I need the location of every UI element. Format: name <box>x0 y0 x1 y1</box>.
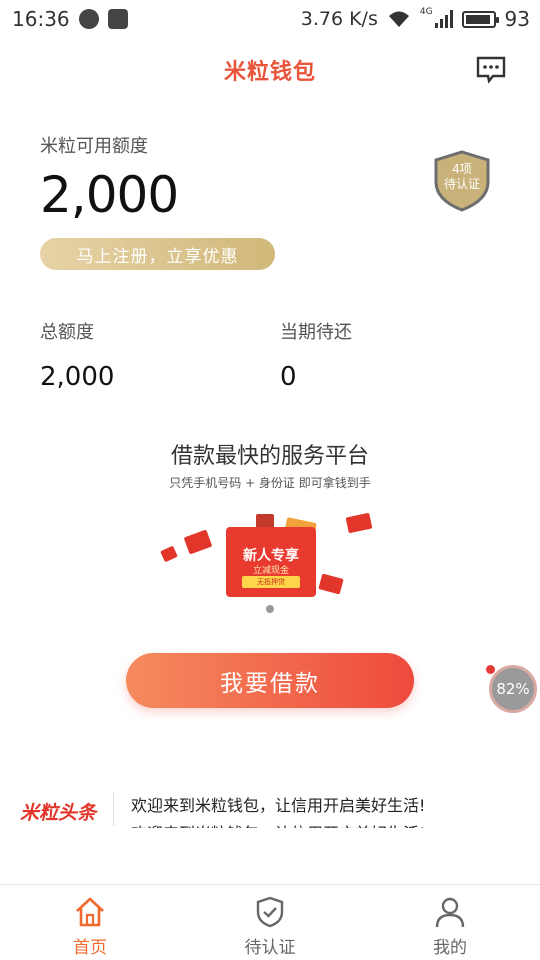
promo-subtitle: 立减现金 <box>252 566 289 576</box>
register-button[interactable]: 马上注册，立享优惠 <box>40 238 275 270</box>
user-icon <box>435 897 465 928</box>
red-envelope-icon <box>318 573 344 595</box>
bottom-navigation: 首页 待认证 我的 <box>0 884 540 960</box>
news-item[interactable]: 欢迎来到米粒钱包，让信用开启美好生活! <box>131 820 425 828</box>
network-type: 4G <box>419 7 433 17</box>
carousel-indicator[interactable] <box>266 605 274 613</box>
red-envelope-icon <box>345 512 373 534</box>
badge-label: 待认证 <box>443 177 480 191</box>
app-notification-icon <box>78 9 99 29</box>
wifi-icon <box>388 11 409 27</box>
promo-tag: 无抵押贷 <box>242 576 300 588</box>
message-icon[interactable] <box>476 56 506 84</box>
status-time: 16:36 <box>12 7 70 31</box>
current-due-label: 当期待还 <box>280 322 352 343</box>
news-item[interactable]: 欢迎来到米粒钱包，让信用开启美好生活! <box>131 792 425 816</box>
nav-verification[interactable]: 待认证 <box>180 885 360 960</box>
total-credit-value: 2,000 <box>40 362 115 392</box>
news-ticker[interactable]: 欢迎来到米粒钱包，让信用开启美好生活! 欢迎来到米粒钱包，让信用开启美好生活! <box>125 786 525 828</box>
verification-badge-text[interactable]: 4项 待认证 <box>432 162 492 192</box>
news-logo: 米粒头条 <box>20 802 97 824</box>
floating-assistant-ball[interactable]: 82% <box>489 665 537 713</box>
current-due-value: 0 <box>280 362 297 392</box>
promo-title: 新人专享 <box>243 548 299 564</box>
current-due-stat: 当期待还 0 <box>280 318 352 392</box>
home-icon <box>76 897 104 927</box>
network-speed: 3.76 K/s <box>300 8 378 30</box>
app-header: 米粒钱包 <box>0 40 540 100</box>
battery-icon <box>461 10 499 28</box>
nav-home[interactable]: 首页 <box>0 885 180 960</box>
nav-home-label: 首页 <box>73 938 107 958</box>
battery-percent: 93 <box>504 7 530 31</box>
shield-check-icon <box>256 896 284 928</box>
notification-dot <box>486 665 495 674</box>
status-right: 3.76 K/s 4G 93 <box>301 7 530 31</box>
available-credit-amount: 2,000 <box>40 166 179 224</box>
brand-title: 米粒钱包 <box>223 60 316 85</box>
uc-browser-icon <box>107 9 128 29</box>
news-divider <box>113 792 114 826</box>
total-credit-stat: 总额度 2,000 <box>40 318 114 392</box>
banner-title: 借款最快的服务平台 <box>170 444 369 469</box>
status-bar: 16:36 3.76 K/s 4G 93 <box>0 0 540 38</box>
total-credit-label: 总额度 <box>40 322 94 343</box>
signal-icon <box>434 10 453 28</box>
available-credit-label: 米粒可用额度 <box>40 136 148 157</box>
red-envelope-icon <box>183 529 213 555</box>
nav-verification-label: 待认证 <box>244 938 296 958</box>
banner-subtitle: 只凭手机号码 + 身份证 即可拿钱到手 <box>169 476 371 490</box>
badge-count: 4项 <box>452 162 472 176</box>
red-envelope-icon <box>160 545 178 563</box>
status-left: 16:36 <box>12 7 128 31</box>
nav-profile-label: 我的 <box>433 938 467 958</box>
nav-profile[interactable]: 我的 <box>360 885 540 960</box>
apply-loan-button[interactable]: 我要借款 <box>126 653 414 708</box>
